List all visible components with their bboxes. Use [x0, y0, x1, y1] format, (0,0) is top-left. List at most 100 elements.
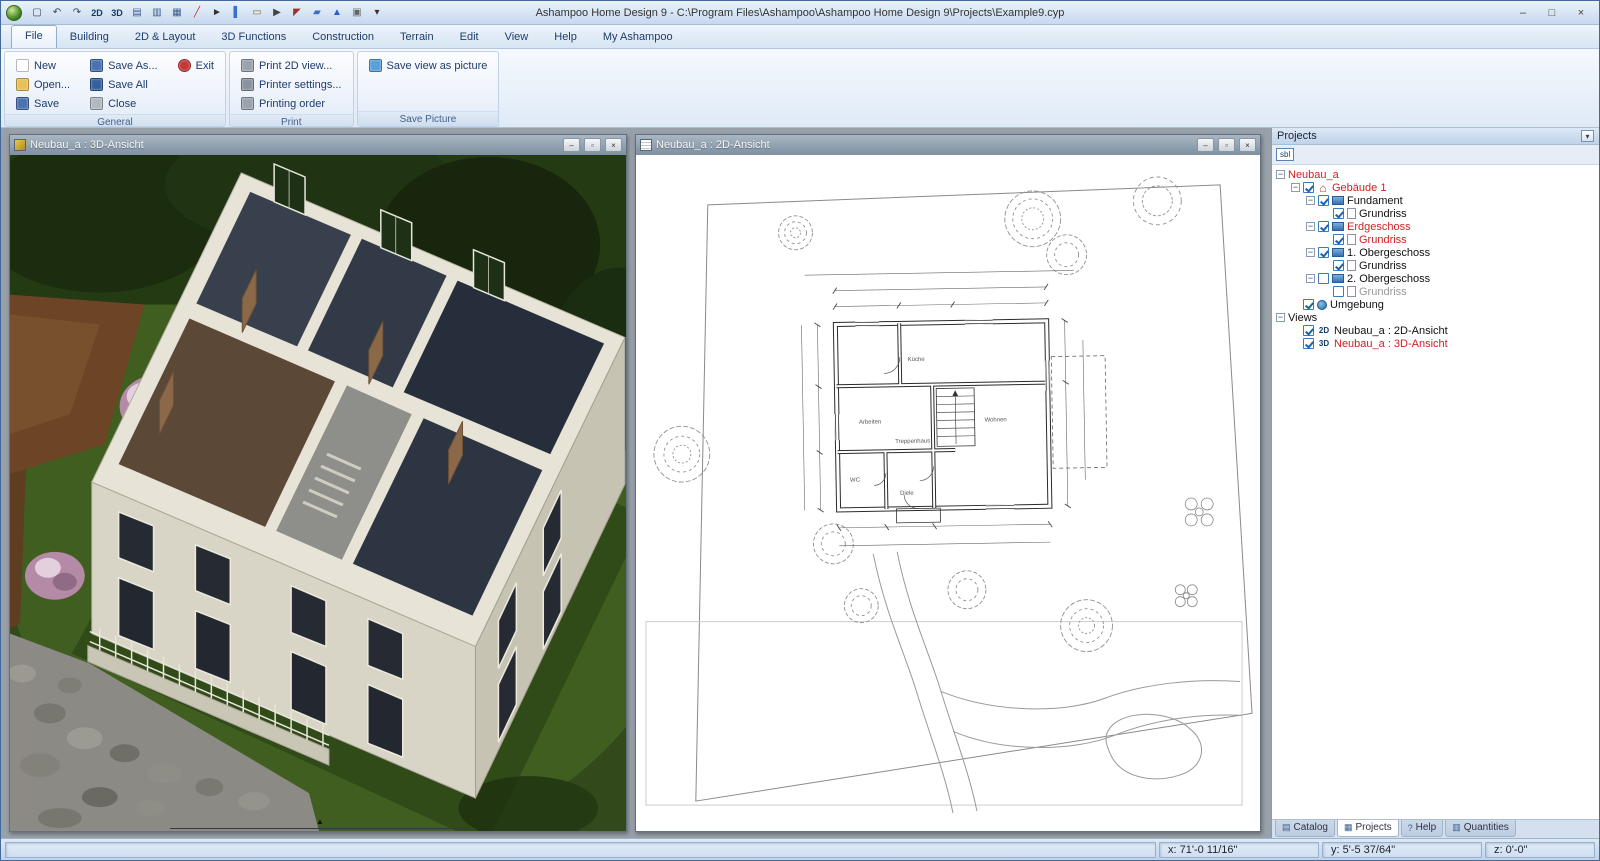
- tab-building[interactable]: Building: [57, 27, 122, 48]
- columns-icon[interactable]: ▌: [228, 4, 246, 21]
- tree-item-views[interactable]: −Views: [1272, 311, 1599, 324]
- save-as-button[interactable]: Save As...: [86, 56, 162, 75]
- cursor-icon[interactable]: ►: [208, 4, 226, 21]
- window-2d-minimize-button[interactable]: –: [1197, 138, 1214, 152]
- visibility-checkbox[interactable]: [1318, 247, 1329, 258]
- tree-item-1-obergeschoss[interactable]: −1. Obergeschoss: [1272, 246, 1599, 259]
- visibility-checkbox[interactable]: [1333, 260, 1344, 271]
- window-2d-restore-button[interactable]: ▫: [1218, 138, 1235, 152]
- canvas-3d-view[interactable]: ▲: [10, 155, 626, 831]
- maximize-button[interactable]: □: [1539, 4, 1565, 21]
- tree-item-neubau-a-3d-ansicht[interactable]: 3DNeubau_a : 3D-Ansicht: [1272, 337, 1599, 350]
- tree-item-geb-ude-1[interactable]: −⌂Gebäude 1: [1272, 181, 1599, 194]
- window-3d-minimize-button[interactable]: –: [563, 138, 580, 152]
- visibility-checkbox[interactable]: [1318, 221, 1329, 232]
- print-2d-view-button[interactable]: Print 2D view...: [237, 56, 346, 75]
- exit-button[interactable]: Exit: [174, 56, 218, 75]
- quantities-tab-icon: ▥: [1452, 822, 1461, 833]
- projects-panel: Projects ▾ sbl −Neubau_a−⌂Gebäude 1−Fund…: [1271, 128, 1599, 838]
- printer-settings-button[interactable]: Printer settings...: [237, 75, 346, 94]
- expander-icon[interactable]: −: [1291, 183, 1300, 192]
- window-2d-titlebar[interactable]: Neubau_a : 2D-Ansicht – ▫ ×: [636, 135, 1260, 155]
- visibility-checkbox[interactable]: [1303, 299, 1314, 310]
- window-2d-close-button[interactable]: ×: [1239, 138, 1256, 152]
- tab-3d-functions[interactable]: 3D Functions: [208, 27, 299, 48]
- visibility-checkbox[interactable]: [1303, 182, 1314, 193]
- visibility-checkbox[interactable]: [1333, 208, 1344, 219]
- section-view-icon[interactable]: ▤: [128, 4, 146, 21]
- tree-item-neubau-a[interactable]: −Neubau_a: [1272, 168, 1599, 181]
- open-button[interactable]: Open...: [12, 75, 74, 94]
- ruler-icon[interactable]: ▭: [248, 4, 266, 21]
- tree-item-grundriss[interactable]: Grundriss: [1272, 207, 1599, 220]
- tree-item-grundriss[interactable]: Grundriss: [1272, 233, 1599, 246]
- copy-icon[interactable]: ▣: [348, 4, 366, 21]
- tab-construction[interactable]: Construction: [299, 27, 387, 48]
- expander-icon[interactable]: −: [1276, 170, 1285, 179]
- visibility-checkbox[interactable]: [1303, 338, 1314, 349]
- building-selector-button[interactable]: sbl: [1276, 148, 1294, 161]
- tree-item-neubau-a-2d-ansicht[interactable]: 2DNeubau_a : 2D-Ansicht: [1272, 324, 1599, 337]
- expander-icon[interactable]: −: [1306, 274, 1315, 283]
- view3d-nav-slider[interactable]: ▲: [170, 818, 470, 829]
- visibility-checkbox[interactable]: [1333, 286, 1344, 297]
- tree-item-label: Erdgeschoss: [1347, 221, 1411, 233]
- canvas-2d-view[interactable]: Küche Arbeiten Wohnen Treppenhaus WC Die…: [636, 155, 1260, 831]
- view-3d-button[interactable]: 3D: [108, 4, 126, 21]
- expander-icon[interactable]: −: [1306, 222, 1315, 231]
- window-3d-close-button[interactable]: ×: [605, 138, 622, 152]
- visibility-checkbox[interactable]: [1318, 195, 1329, 206]
- expander-icon[interactable]: −: [1306, 248, 1315, 257]
- window-controls: –□×: [1510, 4, 1594, 21]
- elevation-view-icon[interactable]: ▥: [148, 4, 166, 21]
- save-all-button[interactable]: Save All: [86, 75, 162, 94]
- qat-menu-icon[interactable]: ▾: [368, 4, 386, 21]
- minimize-button[interactable]: –: [1510, 4, 1536, 21]
- save-button[interactable]: Save: [12, 94, 74, 113]
- tab-terrain[interactable]: Terrain: [387, 27, 447, 48]
- tab-my-ashampoo[interactable]: My Ashampoo: [590, 27, 686, 48]
- new-button[interactable]: New: [12, 56, 74, 75]
- tree-item-2-obergeschoss[interactable]: −2. Obergeschoss: [1272, 272, 1599, 285]
- projects-panel-title: Projects: [1277, 130, 1581, 142]
- app-logo-icon[interactable]: [6, 5, 22, 21]
- table-view-icon[interactable]: ▦: [168, 4, 186, 21]
- save-view-as-picture-button[interactable]: Save view as picture: [365, 56, 492, 75]
- window-3d-restore-button[interactable]: ▫: [584, 138, 601, 152]
- visibility-checkbox[interactable]: [1333, 234, 1344, 245]
- visibility-checkbox[interactable]: [1318, 273, 1329, 284]
- tree-item-umgebung[interactable]: Umgebung: [1272, 298, 1599, 311]
- tab-help[interactable]: Help: [541, 27, 590, 48]
- panel-options-icon[interactable]: ▾: [1581, 130, 1594, 142]
- new-document-icon[interactable]: ▢: [28, 4, 46, 21]
- view-2d-button[interactable]: 2D: [88, 4, 106, 21]
- tree-item-erdgeschoss[interactable]: − Erdgeschoss: [1272, 220, 1599, 233]
- panel-tab-projects[interactable]: ▦Projects: [1337, 820, 1399, 837]
- visibility-checkbox[interactable]: [1303, 325, 1314, 336]
- flag-icon[interactable]: ◤: [288, 4, 306, 21]
- tab-file[interactable]: File: [11, 25, 57, 48]
- expander-icon[interactable]: −: [1276, 313, 1285, 322]
- panel-tab-help[interactable]: ?Help: [1401, 820, 1444, 837]
- redo-icon[interactable]: ↷: [68, 4, 86, 21]
- brush-icon[interactable]: ▰: [308, 4, 326, 21]
- panel-tab-catalog[interactable]: ▤Catalog: [1275, 820, 1335, 837]
- ribbon-group-caption: General: [5, 114, 225, 127]
- expander-icon[interactable]: −: [1306, 196, 1315, 205]
- tab-edit[interactable]: Edit: [447, 27, 492, 48]
- tab-view[interactable]: View: [492, 27, 542, 48]
- cone-icon[interactable]: ▲: [328, 4, 346, 21]
- window-3d-titlebar[interactable]: Neubau_a : 3D-Ansicht – ▫ ×: [10, 135, 626, 155]
- panel-tab-quantities[interactable]: ▥Quantities: [1445, 820, 1516, 837]
- tree-item-fundament[interactable]: −Fundament: [1272, 194, 1599, 207]
- tree-item-grundriss[interactable]: Grundriss: [1272, 285, 1599, 298]
- select-arrow-icon[interactable]: ▶: [268, 4, 286, 21]
- tree-item-grundriss[interactable]: Grundriss: [1272, 259, 1599, 272]
- tab-2d-layout[interactable]: 2D & Layout: [122, 27, 209, 48]
- close-button[interactable]: Close: [86, 94, 162, 113]
- undo-icon[interactable]: ↶: [48, 4, 66, 21]
- window-2d-view: Neubau_a : 2D-Ansicht – ▫ ×: [635, 134, 1261, 832]
- close-button[interactable]: ×: [1568, 4, 1594, 21]
- printing-order-button[interactable]: Printing order: [237, 94, 346, 113]
- draw-icon[interactable]: ╱: [188, 4, 206, 21]
